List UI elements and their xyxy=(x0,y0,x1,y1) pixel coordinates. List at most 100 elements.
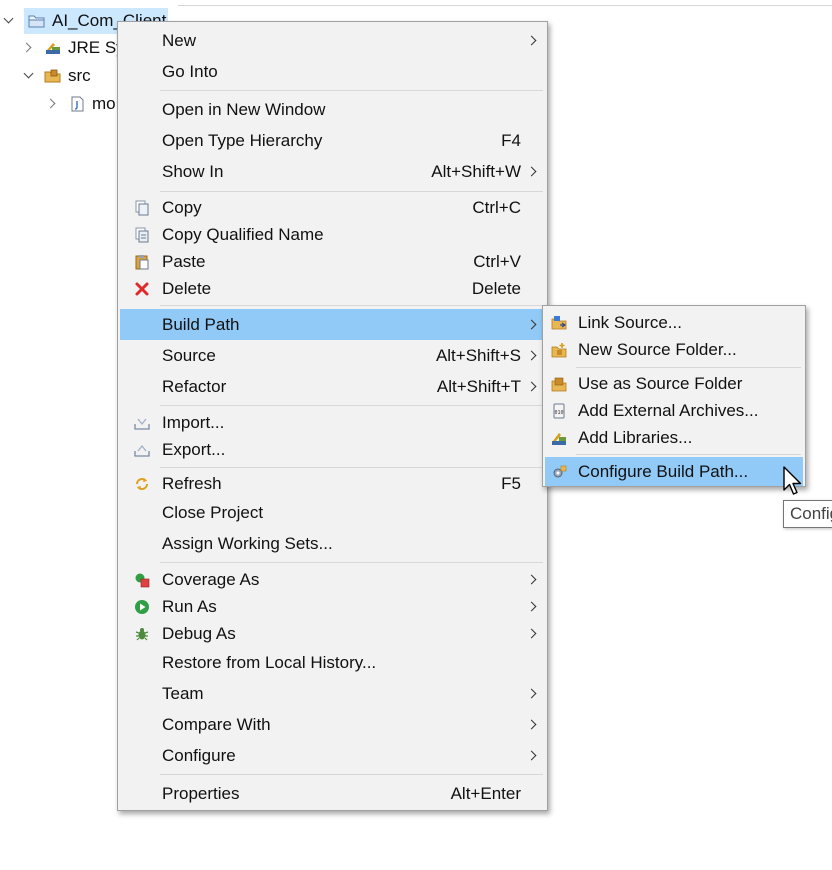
menu-separator xyxy=(160,774,543,775)
chevron-right-icon xyxy=(526,319,537,329)
menu-item-import[interactable]: Import... xyxy=(120,409,545,436)
menu-item-compare-with[interactable]: Compare With xyxy=(120,710,545,740)
menu-item-shortcut: Alt+Shift+T xyxy=(436,377,521,396)
menu-item-go-into[interactable]: Go Into xyxy=(120,57,545,87)
submenu-item-add-external-archives[interactable]: 010 Add External Archives... xyxy=(545,397,803,424)
menu-item-label: Configure xyxy=(162,746,236,765)
menu-item-label: Add Libraries... xyxy=(578,427,693,447)
debug-icon xyxy=(135,627,149,640)
submenu-item-add-libraries[interactable]: Add Libraries... xyxy=(545,424,803,451)
menu-item-team[interactable]: Team xyxy=(120,679,545,709)
submenu-item-link-source[interactable]: Link Source... xyxy=(545,309,803,336)
menu-item-label: Run As xyxy=(162,596,217,616)
build-path-submenu: Link Source... New Source Folder... Use … xyxy=(542,305,806,487)
menu-item-label: Team xyxy=(162,684,204,703)
menu-item-restore-from-local-history[interactable]: Restore from Local History... xyxy=(120,648,545,678)
menu-separator xyxy=(160,305,543,306)
menu-item-label: Go Into xyxy=(162,62,218,81)
coverage-icon xyxy=(135,573,150,587)
chevron-down-icon[interactable] xyxy=(2,14,16,28)
chevron-right-icon xyxy=(526,750,537,761)
mouse-cursor-icon xyxy=(783,466,802,495)
menu-separator xyxy=(160,90,543,91)
menu-separator xyxy=(576,454,801,455)
chevron-right-icon[interactable] xyxy=(46,97,60,111)
refresh-icon xyxy=(136,478,148,490)
menu-item-copy-qualified-name[interactable]: Copy Qualified Name xyxy=(120,221,545,248)
menu-item-label: Open in New Window xyxy=(162,100,326,119)
paste-icon xyxy=(135,254,149,269)
tree-item-label: mo xyxy=(92,94,116,113)
tree-item-src[interactable]: src xyxy=(22,63,91,89)
menu-item-shortcut: F4 xyxy=(501,131,521,150)
menu-item-label: Refactor xyxy=(162,377,227,396)
menu-item-export[interactable]: Export... xyxy=(120,436,545,463)
menu-item-label: Add External Archives... xyxy=(578,400,759,420)
context-menu: New Go Into Open in New Window Open Type… xyxy=(117,21,548,811)
chevron-right-icon xyxy=(526,628,537,638)
menu-item-shortcut: Alt+Enter xyxy=(450,784,521,803)
project-folder-icon xyxy=(28,15,45,28)
menu-item-shortcut: Alt+Shift+S xyxy=(435,346,521,365)
menu-item-delete[interactable]: Delete Delete xyxy=(120,275,545,302)
menu-item-label: Close Project xyxy=(162,503,264,522)
menu-item-label: Show In xyxy=(162,162,224,181)
menu-item-paste[interactable]: Paste Ctrl+V xyxy=(120,248,545,275)
menu-item-label: Debug As xyxy=(162,623,236,643)
tree-item-java-file[interactable]: mo xyxy=(46,91,116,117)
menu-item-label: Copy Qualified Name xyxy=(162,224,324,244)
menu-item-copy[interactable]: Copy Ctrl+C xyxy=(120,194,545,221)
menu-item-label: New xyxy=(162,31,197,50)
menu-item-shortcut: Alt+Shift+W xyxy=(431,162,521,181)
menu-item-label: New Source Folder... xyxy=(578,339,737,359)
tree-item-label: src xyxy=(68,66,91,85)
view-border xyxy=(178,0,832,6)
menu-item-properties[interactable]: Properties Alt+Enter xyxy=(120,779,545,809)
menu-item-label: Link Source... xyxy=(578,312,682,332)
submenu-item-configure-build-path[interactable]: Configure Build Path... xyxy=(545,457,803,486)
delete-icon xyxy=(135,282,149,295)
menu-item-configure[interactable]: Configure xyxy=(120,741,545,771)
menu-item-show-in[interactable]: Show In Alt+Shift+W xyxy=(120,157,545,187)
menu-item-label: Use as Source Folder xyxy=(578,373,743,393)
chevron-right-icon[interactable] xyxy=(22,41,36,55)
menu-item-debug-as[interactable]: Debug As xyxy=(120,620,545,647)
chevron-right-icon xyxy=(526,688,537,699)
menu-item-coverage-as[interactable]: Coverage As xyxy=(120,566,545,593)
menu-item-refresh[interactable]: Refresh F5 xyxy=(120,469,545,499)
menu-item-label: Configure Build Path... xyxy=(578,461,749,481)
menu-item-label: Export... xyxy=(162,439,226,459)
menu-item-source[interactable]: Source Alt+Shift+S xyxy=(120,341,545,371)
menu-item-open-type-hierarchy[interactable]: Open Type Hierarchy F4 xyxy=(120,126,545,156)
chevron-right-icon xyxy=(526,601,537,611)
menu-item-build-path[interactable]: Build Path xyxy=(120,309,545,340)
menu-separator xyxy=(576,367,801,368)
menu-item-shortcut: Ctrl+V xyxy=(473,251,521,271)
menu-separator xyxy=(160,467,543,468)
submenu-item-new-source-folder[interactable]: New Source Folder... xyxy=(545,336,803,363)
menu-item-run-as[interactable]: Run As xyxy=(120,593,545,620)
menu-item-open-in-new-window[interactable]: Open in New Window xyxy=(120,95,545,125)
chevron-down-icon[interactable] xyxy=(22,69,36,83)
library-icon xyxy=(552,432,566,445)
menu-item-label: Build Path xyxy=(162,314,240,334)
run-icon xyxy=(135,599,149,614)
menu-item-label: Open Type Hierarchy xyxy=(162,131,323,150)
new-source-folder-icon xyxy=(551,342,567,357)
menu-item-refactor[interactable]: Refactor Alt+Shift+T xyxy=(120,372,545,402)
menu-separator xyxy=(160,562,543,563)
menu-item-close-project[interactable]: Close Project xyxy=(120,498,545,528)
menu-item-assign-working-sets[interactable]: Assign Working Sets... xyxy=(120,529,545,559)
chevron-right-icon xyxy=(526,574,537,584)
link-source-icon xyxy=(551,315,567,329)
menu-item-shortcut: F5 xyxy=(501,474,521,493)
submenu-item-use-as-source-folder[interactable]: Use as Source Folder xyxy=(545,370,803,397)
menu-item-new[interactable]: New xyxy=(120,26,545,56)
menu-item-label: Properties xyxy=(162,784,240,803)
chevron-right-icon xyxy=(526,350,537,361)
chevron-right-icon xyxy=(526,381,537,392)
menu-item-label: Copy xyxy=(162,197,202,217)
export-icon xyxy=(134,444,150,457)
menu-separator xyxy=(160,191,543,192)
menu-item-label: Compare With xyxy=(162,715,271,734)
